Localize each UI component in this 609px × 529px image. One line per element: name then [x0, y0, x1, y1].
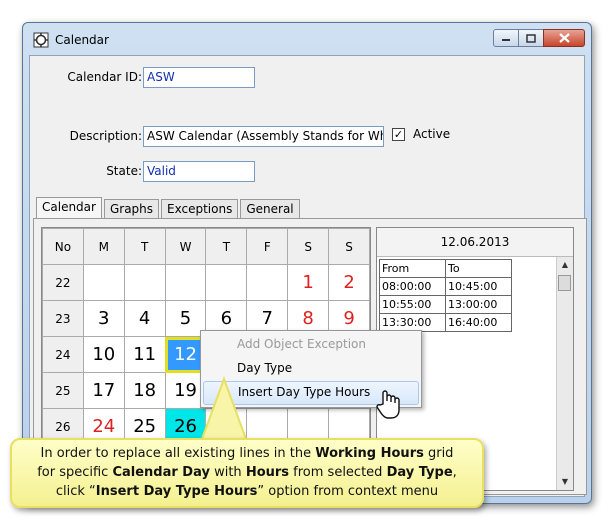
state-field[interactable]: Valid — [143, 161, 255, 182]
minimize-button[interactable] — [493, 29, 519, 47]
day-cell[interactable]: 10 — [82, 336, 125, 373]
header-fri: F — [246, 228, 289, 265]
active-label: Active — [413, 127, 451, 141]
from-cell[interactable]: 13:30:00 — [379, 313, 446, 332]
active-checkbox[interactable]: ✓ — [392, 128, 405, 141]
tab-exceptions[interactable]: Exceptions — [161, 199, 239, 218]
day-cell[interactable]: 2 — [328, 264, 370, 301]
close-button[interactable] — [543, 29, 585, 47]
day-cell[interactable] — [205, 264, 248, 301]
close-icon — [558, 33, 570, 43]
header-wed: W — [164, 228, 207, 265]
day-cell[interactable]: 4 — [123, 300, 166, 337]
table-row[interactable]: 08:00:00 10:45:00 — [379, 277, 512, 296]
to-cell[interactable]: 10:45:00 — [445, 277, 512, 296]
header-tue: T — [123, 228, 166, 265]
day-cell[interactable]: 1 — [287, 264, 330, 301]
calendar-id-field[interactable]: ASW — [143, 67, 255, 88]
week-number: 23 — [42, 300, 84, 337]
app-icon — [33, 32, 49, 48]
maximize-icon — [526, 33, 536, 43]
to-cell[interactable]: 16:40:00 — [445, 313, 512, 332]
table-row[interactable]: 13:30:00 16:40:00 — [379, 313, 512, 332]
to-cell[interactable]: 13:00:00 — [445, 295, 512, 314]
week-number: 24 — [42, 336, 84, 373]
from-cell[interactable]: 10:55:00 — [379, 295, 446, 314]
hours-scrollbar[interactable]: ▲ ▼ — [556, 257, 573, 490]
client-area: Calendar ID: ASW Description: ASW Calend… — [29, 55, 587, 497]
header-no: No — [42, 228, 84, 265]
day-cell[interactable]: 17 — [82, 372, 125, 409]
description-label: Description: — [69, 129, 142, 143]
scroll-down-icon[interactable]: ▼ — [557, 474, 573, 490]
hours-date: 12.06.2013 — [377, 228, 573, 257]
window-title: Calendar — [55, 33, 109, 47]
column-from[interactable]: From — [379, 259, 446, 278]
instruction-callout: In order to replace all existing lines i… — [10, 438, 484, 508]
from-cell[interactable]: 08:00:00 — [379, 277, 446, 296]
header-mon: M — [82, 228, 125, 265]
state-label: State: — [106, 164, 142, 178]
day-cell[interactable]: 11 — [123, 336, 166, 373]
day-cell[interactable] — [82, 264, 125, 301]
tab-calendar[interactable]: Calendar — [36, 197, 102, 218]
description-field[interactable]: ASW Calendar (Assembly Stands for Wheels… — [143, 126, 384, 147]
minimize-icon — [502, 39, 510, 41]
tab-bar: Calendar Graphs Exceptions General — [36, 197, 302, 218]
title-bar[interactable]: Calendar — [23, 23, 591, 55]
hand-cursor-icon — [376, 390, 400, 419]
scroll-thumb[interactable] — [558, 275, 571, 291]
header-sat: S — [287, 228, 330, 265]
calendar-id-label: Calendar ID: — [67, 70, 142, 84]
callout-pointer — [200, 376, 248, 440]
day-cell[interactable]: 18 — [123, 372, 166, 409]
working-hours-grid: From To 08:00:00 10:45:00 10:55:00 13:00… — [379, 259, 512, 332]
maximize-button[interactable] — [518, 29, 544, 47]
day-cell[interactable]: 3 — [82, 300, 125, 337]
day-cell[interactable] — [123, 264, 166, 301]
tab-general[interactable]: General — [240, 199, 300, 218]
day-cell[interactable] — [164, 264, 207, 301]
week-number: 25 — [42, 372, 84, 409]
week-number: 22 — [42, 264, 84, 301]
day-cell[interactable] — [246, 264, 289, 301]
table-row: 22 1 2 — [42, 264, 370, 301]
scroll-up-icon[interactable]: ▲ — [557, 257, 573, 273]
table-row[interactable]: 10:55:00 13:00:00 — [379, 295, 512, 314]
column-to[interactable]: To — [445, 259, 512, 278]
header-sun: S — [328, 228, 370, 265]
menu-item-add-object-exception[interactable]: Add Object Exception — [203, 333, 419, 355]
calendar-window: Calendar Calendar ID: ASW Description: A… — [22, 22, 592, 504]
tab-graphs[interactable]: Graphs — [103, 199, 160, 218]
header-thu: T — [205, 228, 248, 265]
